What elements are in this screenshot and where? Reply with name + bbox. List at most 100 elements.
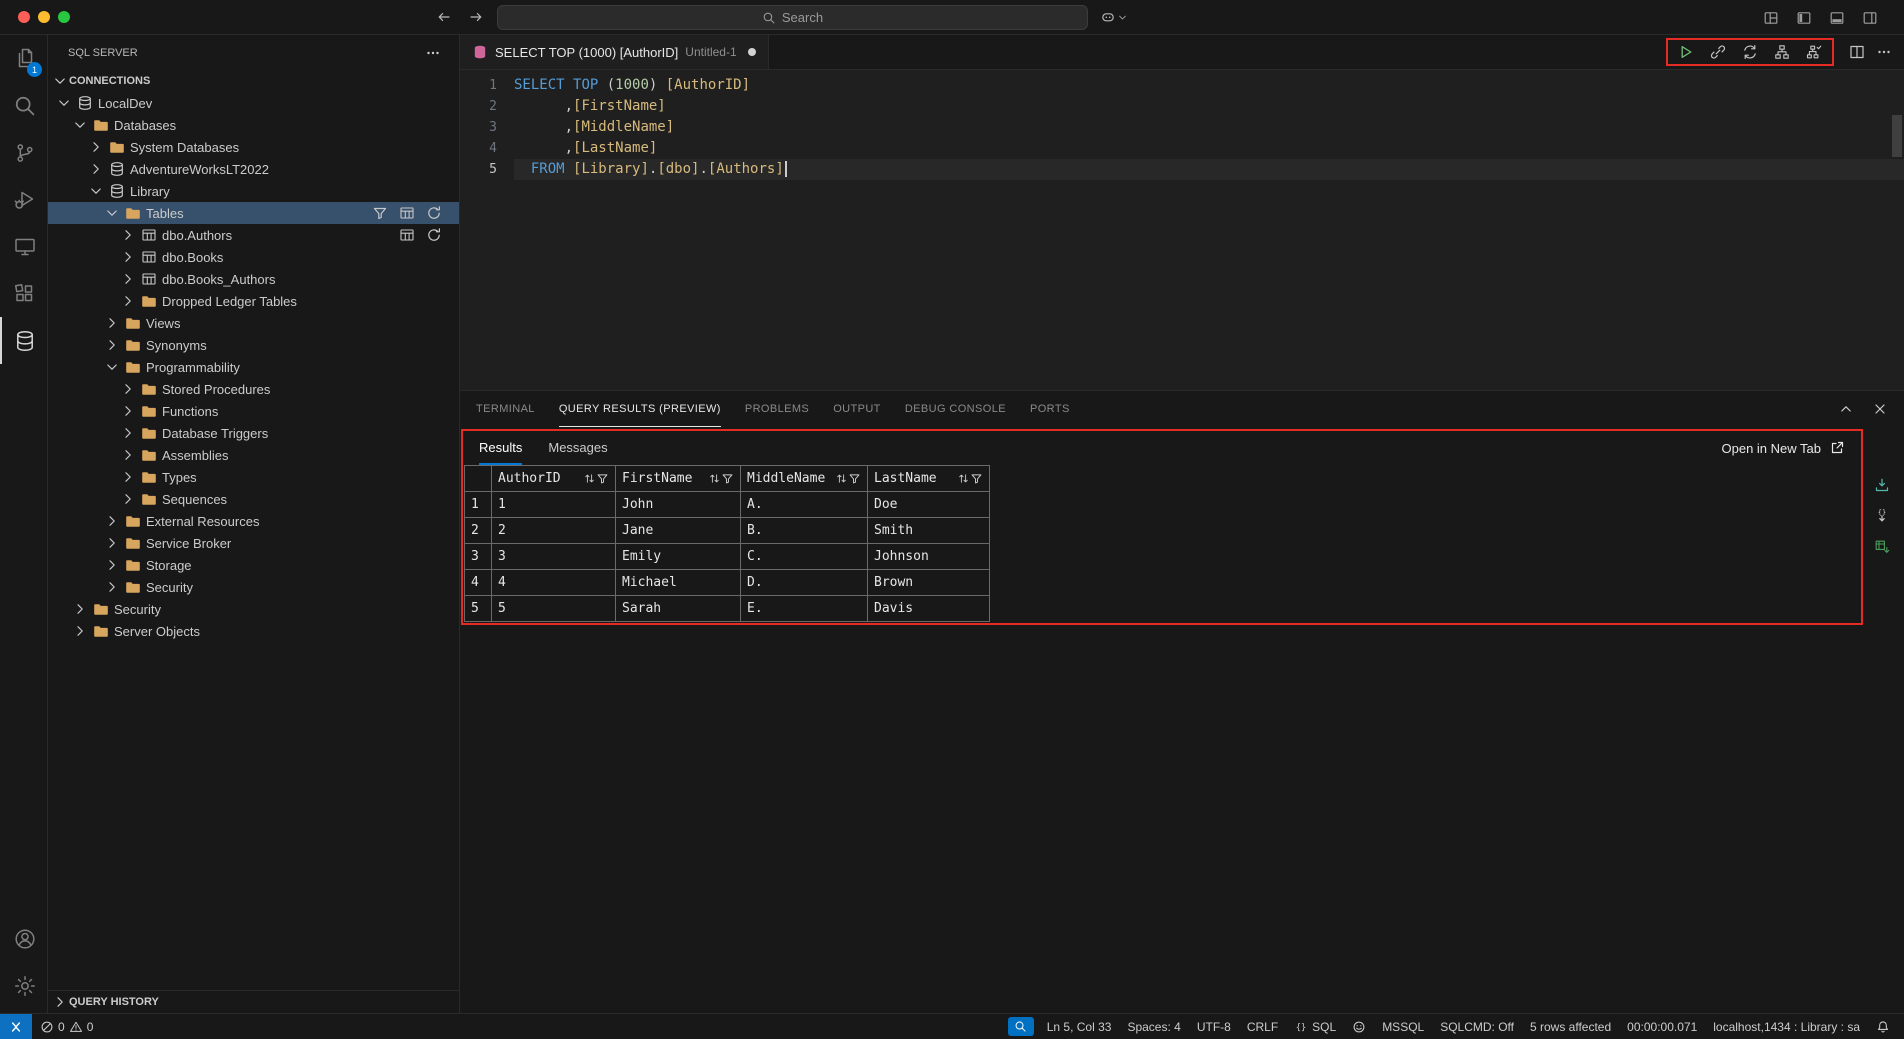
results-tab-results[interactable]: Results: [479, 431, 522, 465]
grid-cell-firstname-3[interactable]: Emily: [616, 544, 741, 570]
close-panel-icon[interactable]: [1872, 401, 1888, 417]
tree-item-security[interactable]: Security: [48, 576, 459, 598]
panel-tab-terminal[interactable]: TERMINAL: [476, 391, 535, 427]
tree-item-databases[interactable]: Databases: [48, 114, 459, 136]
status-item-rows-affected[interactable]: 5 rows affected: [1522, 1014, 1619, 1039]
activity-bar-item-sql-server[interactable]: [0, 317, 47, 364]
minimize-window-button[interactable]: [38, 11, 50, 23]
tree-item-external-resources[interactable]: External Resources: [48, 510, 459, 532]
activity-bar-item-search[interactable]: [0, 82, 47, 129]
tree-item-views[interactable]: Views: [48, 312, 459, 334]
sort-icon[interactable]: [708, 472, 721, 485]
filter-icon[interactable]: [970, 472, 983, 485]
sort-icon[interactable]: [583, 472, 596, 485]
tree-item-dbo-authors[interactable]: dbo.Authors: [48, 224, 459, 246]
status-item-indentation[interactable]: Spaces: 4: [1119, 1014, 1188, 1039]
remote-indicator[interactable]: [0, 1014, 32, 1039]
tree-item-database-triggers[interactable]: Database Triggers: [48, 422, 459, 444]
panel-tab-output[interactable]: OUTPUT: [833, 391, 881, 427]
status-item-notifications[interactable]: [1868, 1014, 1898, 1039]
split-editor-icon[interactable]: [1849, 44, 1865, 60]
grid-cell-lastname-3[interactable]: Johnson: [868, 544, 990, 570]
grid-cell-lastname-2[interactable]: Smith: [868, 518, 990, 544]
grid-cell-authorid-4[interactable]: 4: [492, 570, 616, 596]
table-icon[interactable]: [399, 205, 415, 221]
tree-item-synonyms[interactable]: Synonyms: [48, 334, 459, 356]
grid-row-number[interactable]: 2: [465, 518, 492, 544]
tree-item-server-objects[interactable]: Server Objects: [48, 620, 459, 642]
filter-icon[interactable]: [372, 205, 388, 221]
results-tab-messages[interactable]: Messages: [548, 431, 607, 465]
grid-cell-firstname-5[interactable]: Sarah: [616, 596, 741, 622]
grid-cell-authorid-5[interactable]: 5: [492, 596, 616, 622]
disconnect-button[interactable]: [1710, 44, 1726, 60]
tree-item-service-broker[interactable]: Service Broker: [48, 532, 459, 554]
save-as-excel-button[interactable]: [1874, 539, 1890, 555]
toggle-secondary-sidebar-button[interactable]: [1862, 10, 1878, 26]
grid-cell-authorid-3[interactable]: 3: [492, 544, 616, 570]
filter-icon[interactable]: [848, 472, 861, 485]
tree-item-tables[interactable]: Tables: [48, 202, 459, 224]
refresh-icon[interactable]: [426, 205, 442, 221]
activity-bar-item-run-debug[interactable]: [0, 176, 47, 223]
activity-bar-item-explorer[interactable]: 1: [0, 35, 47, 82]
tree-item-adventureworkslt2022[interactable]: AdventureWorksLT2022: [48, 158, 459, 180]
modified-indicator[interactable]: [748, 48, 756, 56]
activity-bar-item-settings[interactable]: [0, 962, 47, 1009]
activity-bar-item-remote-explorer[interactable]: [0, 223, 47, 270]
run-query-button[interactable]: [1678, 44, 1694, 60]
status-item-cursor-position[interactable]: Ln 5, Col 33: [1039, 1014, 1120, 1039]
save-as-csv-button[interactable]: [1874, 477, 1890, 493]
query-history-section-header[interactable]: QUERY HISTORY: [48, 990, 459, 1013]
maximize-panel-icon[interactable]: [1838, 401, 1854, 417]
tree-item-assemblies[interactable]: Assemblies: [48, 444, 459, 466]
tree-item-stored-procedures[interactable]: Stored Procedures: [48, 378, 459, 400]
grid-header-lastname[interactable]: LastName: [868, 466, 990, 492]
activity-bar-item-source-control[interactable]: [0, 129, 47, 176]
toggle-panel-button[interactable]: [1829, 10, 1845, 26]
grid-cell-authorid-2[interactable]: 2: [492, 518, 616, 544]
grid-row-number[interactable]: 3: [465, 544, 492, 570]
status-item-language-mode[interactable]: {}SQL: [1286, 1014, 1344, 1039]
more-actions-icon[interactable]: [425, 45, 441, 61]
connections-section-header[interactable]: CONNECTIONS: [48, 70, 459, 92]
grid-corner-cell[interactable]: [465, 466, 492, 492]
grid-cell-authorid-1[interactable]: 1: [492, 492, 616, 518]
copilot-menu[interactable]: [1100, 9, 1128, 25]
grid-cell-lastname-5[interactable]: Davis: [868, 596, 990, 622]
grid-row-number[interactable]: 4: [465, 570, 492, 596]
activity-bar-item-accounts[interactable]: [0, 915, 47, 962]
grid-cell-firstname-2[interactable]: Jane: [616, 518, 741, 544]
tree-item-library[interactable]: Library: [48, 180, 459, 202]
refresh-icon[interactable]: [426, 227, 442, 243]
back-icon[interactable]: [436, 9, 452, 25]
tree-item-system-databases[interactable]: System Databases: [48, 136, 459, 158]
tree-item-dbo-books-authors[interactable]: dbo.Books_Authors: [48, 268, 459, 290]
filter-icon[interactable]: [596, 472, 609, 485]
tree-item-types[interactable]: Types: [48, 466, 459, 488]
panel-tab-query-results-preview[interactable]: QUERY RESULTS (PREVIEW): [559, 391, 721, 427]
zoom-indicator[interactable]: [1008, 1017, 1034, 1036]
tree-item-dbo-books[interactable]: dbo.Books: [48, 246, 459, 268]
grid-cell-lastname-4[interactable]: Brown: [868, 570, 990, 596]
problems-status[interactable]: 0 0: [32, 1014, 101, 1039]
panel-tab-ports[interactable]: PORTS: [1030, 391, 1070, 427]
grid-cell-middlename-2[interactable]: B.: [741, 518, 868, 544]
grid-row-number[interactable]: 5: [465, 596, 492, 622]
estimated-plan-button[interactable]: [1774, 44, 1790, 60]
customize-layout-button[interactable]: [1763, 10, 1779, 26]
sort-icon[interactable]: [835, 472, 848, 485]
panel-tab-problems[interactable]: PROBLEMS: [745, 391, 809, 427]
grid-cell-middlename-3[interactable]: C.: [741, 544, 868, 570]
tree-item-functions[interactable]: Functions: [48, 400, 459, 422]
tree-item-programmability[interactable]: Programmability: [48, 356, 459, 378]
close-window-button[interactable]: [18, 11, 30, 23]
sort-icon[interactable]: [957, 472, 970, 485]
filter-icon[interactable]: [721, 472, 734, 485]
more-actions-icon[interactable]: [1876, 44, 1892, 60]
change-connection-button[interactable]: [1742, 44, 1758, 60]
tree-item-storage[interactable]: Storage: [48, 554, 459, 576]
activity-bar-item-extensions[interactable]: [0, 270, 47, 317]
editor-scrollbar[interactable]: [1892, 115, 1902, 157]
status-item-connection[interactable]: localhost,1434 : Library : sa: [1705, 1014, 1868, 1039]
